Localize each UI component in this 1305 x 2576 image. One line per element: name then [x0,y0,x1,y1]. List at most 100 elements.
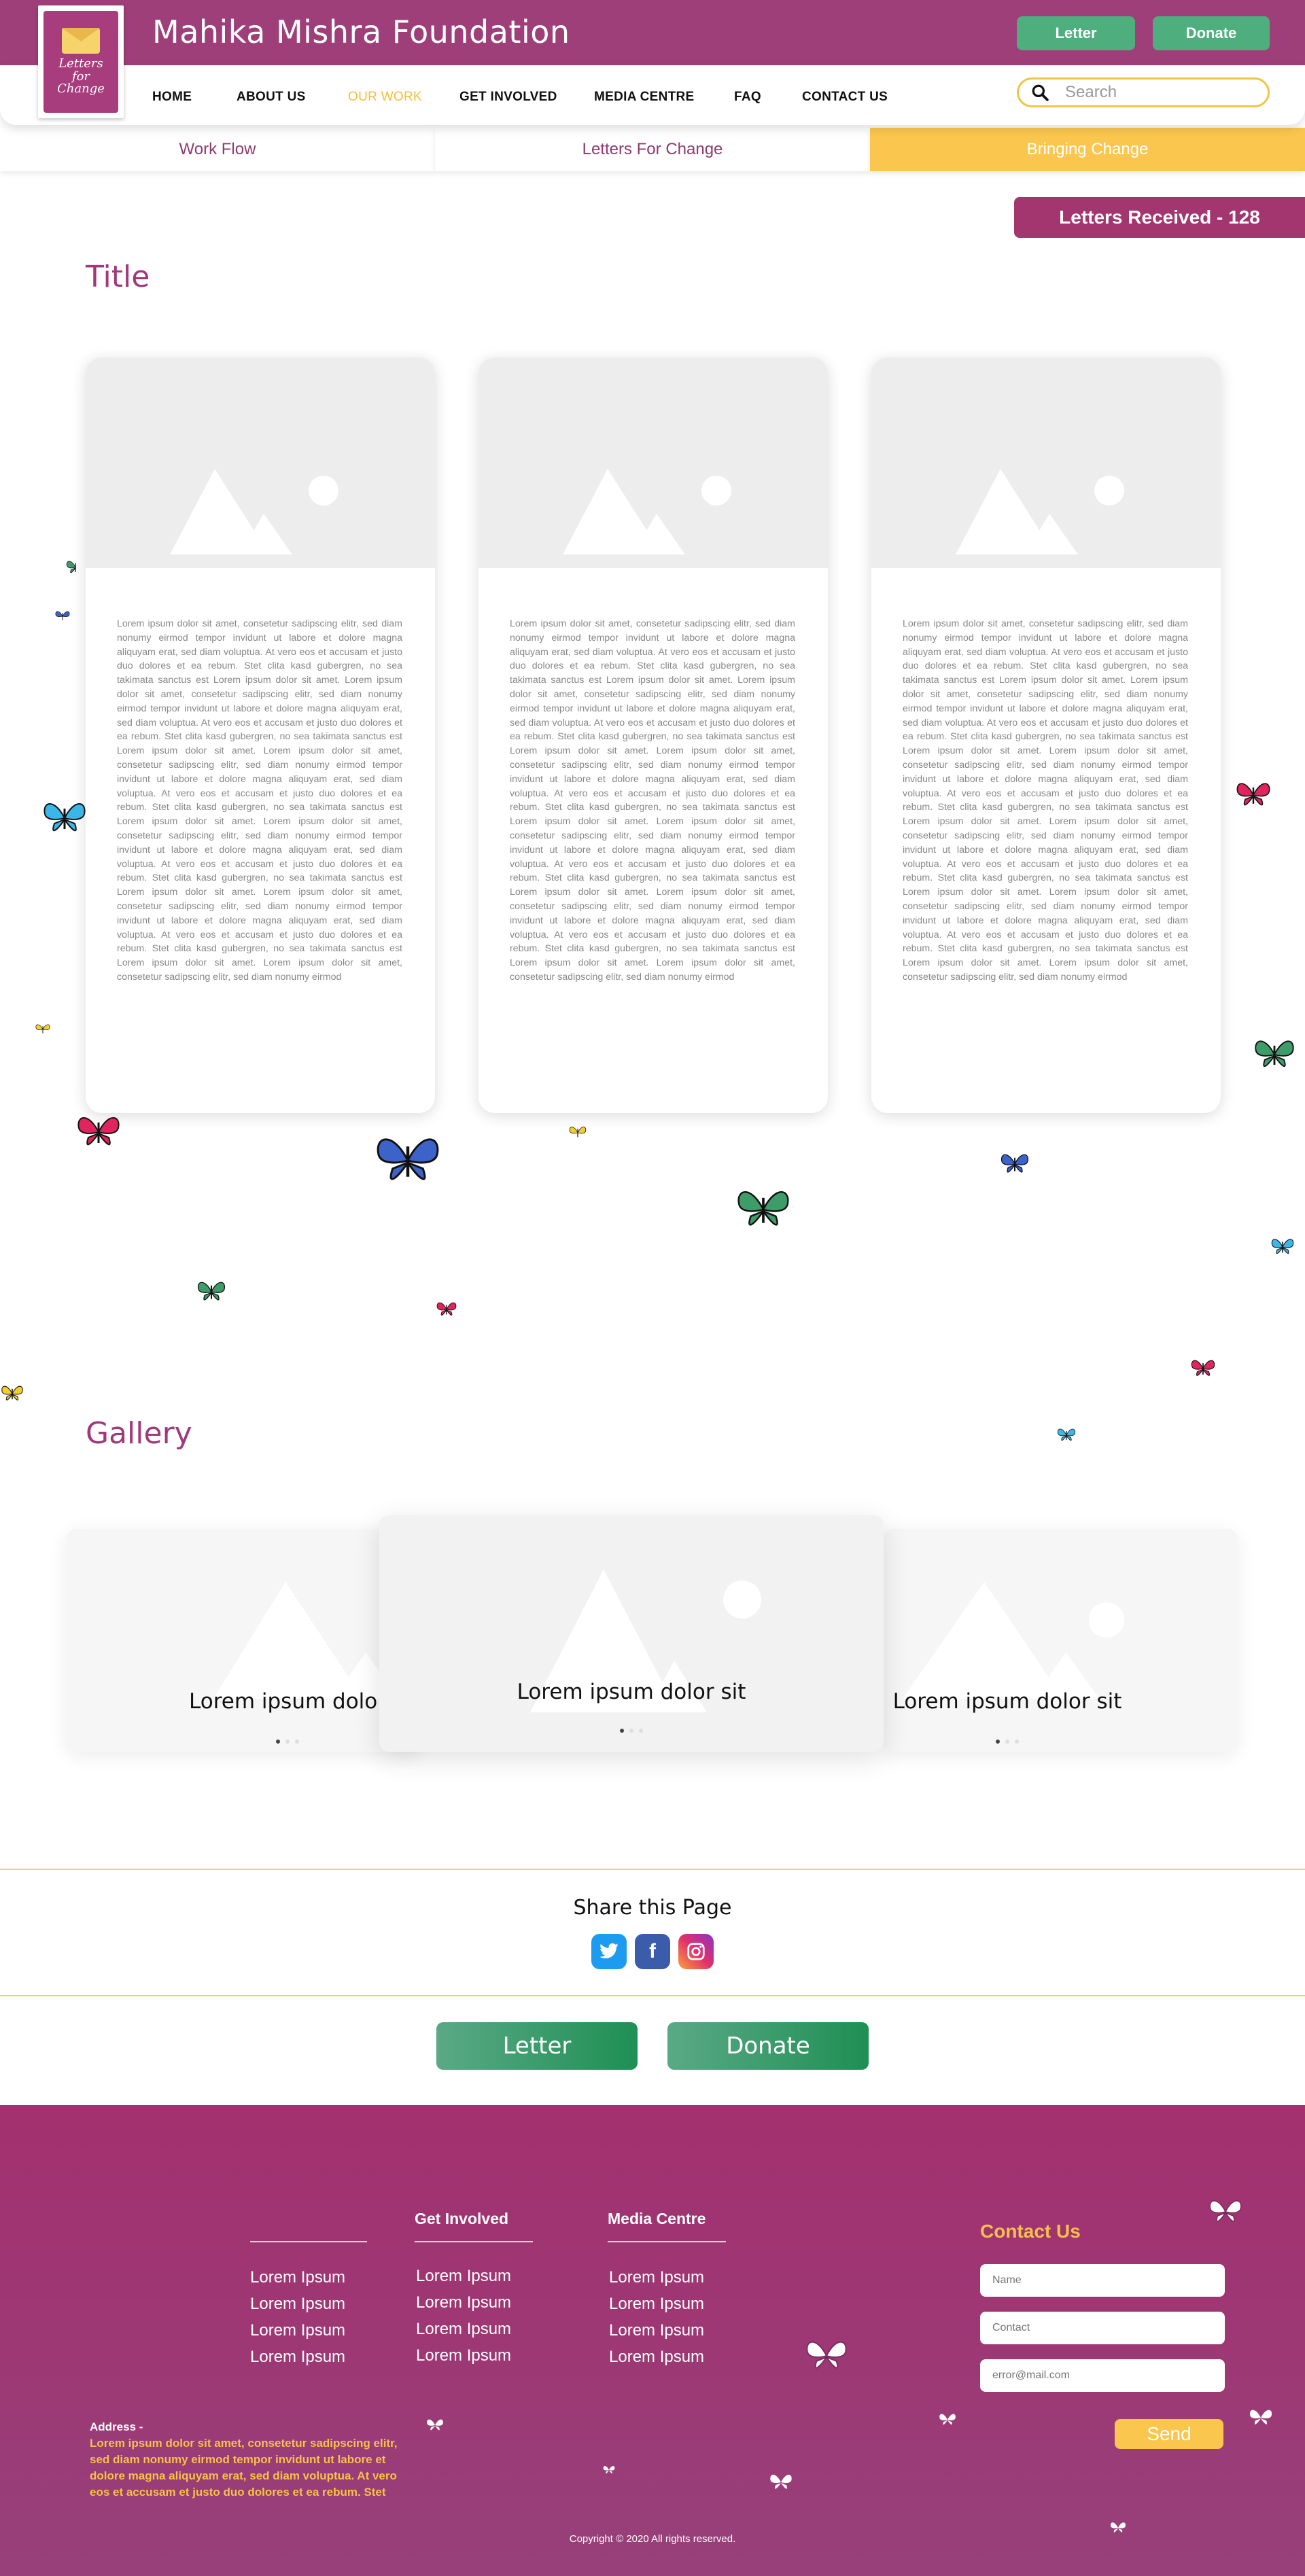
butterfly-icon [1255,1040,1294,1068]
gallery-caption: Lorem ipsum dolor [189,1689,386,1714]
contact-field[interactable] [980,2312,1225,2344]
footer-column-divider [250,2241,367,2242]
carousel-dots[interactable] [67,1740,420,1744]
send-button[interactable]: Send [1115,2419,1223,2449]
divider [0,1995,1305,1996]
instagram-icon[interactable] [678,1934,714,1969]
butterfly-icon [1111,2522,1126,2533]
footer-link[interactable]: Lorem Ipsum [609,2268,704,2287]
sub-tabs: Work Flow Letters For Change Bringing Ch… [0,128,1305,171]
header-letter-button[interactable]: Letter [1017,16,1135,50]
content-card[interactable]: Lorem ipsum dolor sit amet, consetetur s… [86,357,435,1113]
card-image [871,357,1221,568]
donate-button[interactable]: Donate [667,2022,869,2070]
footer-link[interactable]: Lorem Ipsum [609,2348,704,2367]
divider [0,1869,1305,1870]
butterfly-icon [939,2414,956,2425]
gallery-slide-active[interactable]: Lorem ipsum dolor sit [379,1515,884,1752]
name-field[interactable] [980,2264,1225,2297]
nav-contact-us[interactable]: CONTACT US [802,90,888,105]
gallery-title: Gallery [86,1416,192,1451]
butterfly-icon [1271,1239,1294,1254]
butterfly-icon [377,1138,439,1180]
butterfly-icon [1249,2410,1272,2424]
footer-link[interactable]: Lorem Ipsum [250,2348,345,2367]
twitter-icon[interactable] [591,1934,627,1969]
footer-link[interactable]: Lorem Ipsum [416,2320,511,2339]
butterfly-icon [66,561,77,574]
butterfly-icon [1209,2200,1242,2222]
card-text: Lorem ipsum dolor sit amet, consetetur s… [903,618,1188,983]
card-image [478,357,828,568]
content-card[interactable]: Lorem ipsum dolor sit amet, consetetur s… [478,357,828,1113]
share-title: Share this Page [573,1896,732,1920]
nav-about-us[interactable]: ABOUT US [237,90,306,105]
butterfly-icon [1191,1360,1215,1376]
carousel-dots[interactable] [884,1740,1237,1744]
header-donate-button[interactable]: Donate [1153,16,1270,50]
butterfly-icon [770,2474,792,2489]
gallery-slide[interactable]: Lorem ipsum dolor [67,1529,420,1752]
image-placeholder-icon [956,469,1124,554]
letter-button[interactable]: Letter [436,2022,638,2070]
footer-column-title: Get Involved [415,2210,509,2227]
nav-media-centre[interactable]: MEDIA CENTRE [594,90,695,105]
image-placeholder-icon [903,1582,1124,1699]
image-placeholder-icon [563,469,731,554]
butterfly-icon [77,1117,120,1146]
site-title: Mahika Mishra Foundation [152,14,570,50]
email-field[interactable] [980,2359,1225,2392]
site-logo[interactable]: Letters for Change [38,5,124,118]
butterfly-icon [737,1190,789,1226]
butterfly-icon [436,1302,457,1316]
gallery-caption: Lorem ipsum dolor sit [517,1680,746,1704]
search-icon[interactable] [1031,84,1049,101]
nav-get-involved[interactable]: GET INVOLVED [459,90,557,105]
butterfly-icon [197,1282,226,1301]
card-text: Lorem ipsum dolor sit amet, consetetur s… [117,618,402,983]
footer-link[interactable]: Lorem Ipsum [250,2268,345,2287]
butterfly-icon [55,611,70,620]
envelope-icon [62,27,100,54]
butterfly-icon [1236,783,1270,806]
nav-home[interactable]: HOME [152,90,192,105]
logo-text: Letters for Change [57,56,105,96]
footer-link[interactable]: Lorem Ipsum [416,2293,511,2312]
logo-badge: Letters for Change [44,11,118,113]
footer-link[interactable]: Lorem Ipsum [609,2321,704,2340]
image-placeholder-icon [213,1582,400,1699]
address-text: Lorem ipsum dolor sit amet, consetetur s… [90,2437,398,2499]
footer-link[interactable]: Lorem Ipsum [416,2267,511,2286]
gallery-caption: Lorem ipsum dolor sit [892,1689,1122,1714]
butterfly-icon [35,1024,50,1034]
butterfly-icon [1,1386,23,1400]
footer-link[interactable]: Lorem Ipsum [250,2295,345,2314]
image-placeholder-icon [170,469,338,554]
footer-column-divider [608,2241,726,2242]
contact-title: Contact Us [980,2221,1081,2242]
footer-column-divider [415,2241,533,2242]
footer-link[interactable]: Lorem Ipsum [416,2346,511,2365]
butterfly-icon [44,803,86,832]
carousel-dots[interactable] [379,1729,884,1733]
tab-letters-for-change[interactable]: Letters For Change [435,128,870,171]
gallery-slide[interactable]: Lorem ipsum dolor sit [884,1529,1237,1752]
search-box [1017,77,1270,107]
butterfly-icon [1057,1428,1076,1441]
facebook-icon[interactable]: f [635,1934,670,1969]
butterfly-icon [1000,1154,1029,1173]
main-nav: HOME ABOUT US OUR WORK GET INVOLVED MEDI… [0,65,1305,125]
nav-our-work[interactable]: OUR WORK [348,90,422,105]
tab-bringing-change[interactable]: Bringing Change [870,128,1305,171]
footer-link[interactable]: Lorem Ipsum [609,2295,704,2314]
butterfly-icon [427,2419,443,2431]
butterfly-icon [806,2341,847,2369]
letters-received-badge: Letters Received - 128 [1014,197,1305,238]
butterfly-icon [603,2466,615,2474]
footer-link[interactable]: Lorem Ipsum [250,2321,345,2340]
content-card[interactable]: Lorem ipsum dolor sit amet, consetetur s… [871,357,1221,1113]
search-input[interactable] [1065,83,1242,102]
nav-faq[interactable]: FAQ [734,90,761,105]
tab-work-flow[interactable]: Work Flow [0,128,435,171]
card-image [86,357,435,568]
